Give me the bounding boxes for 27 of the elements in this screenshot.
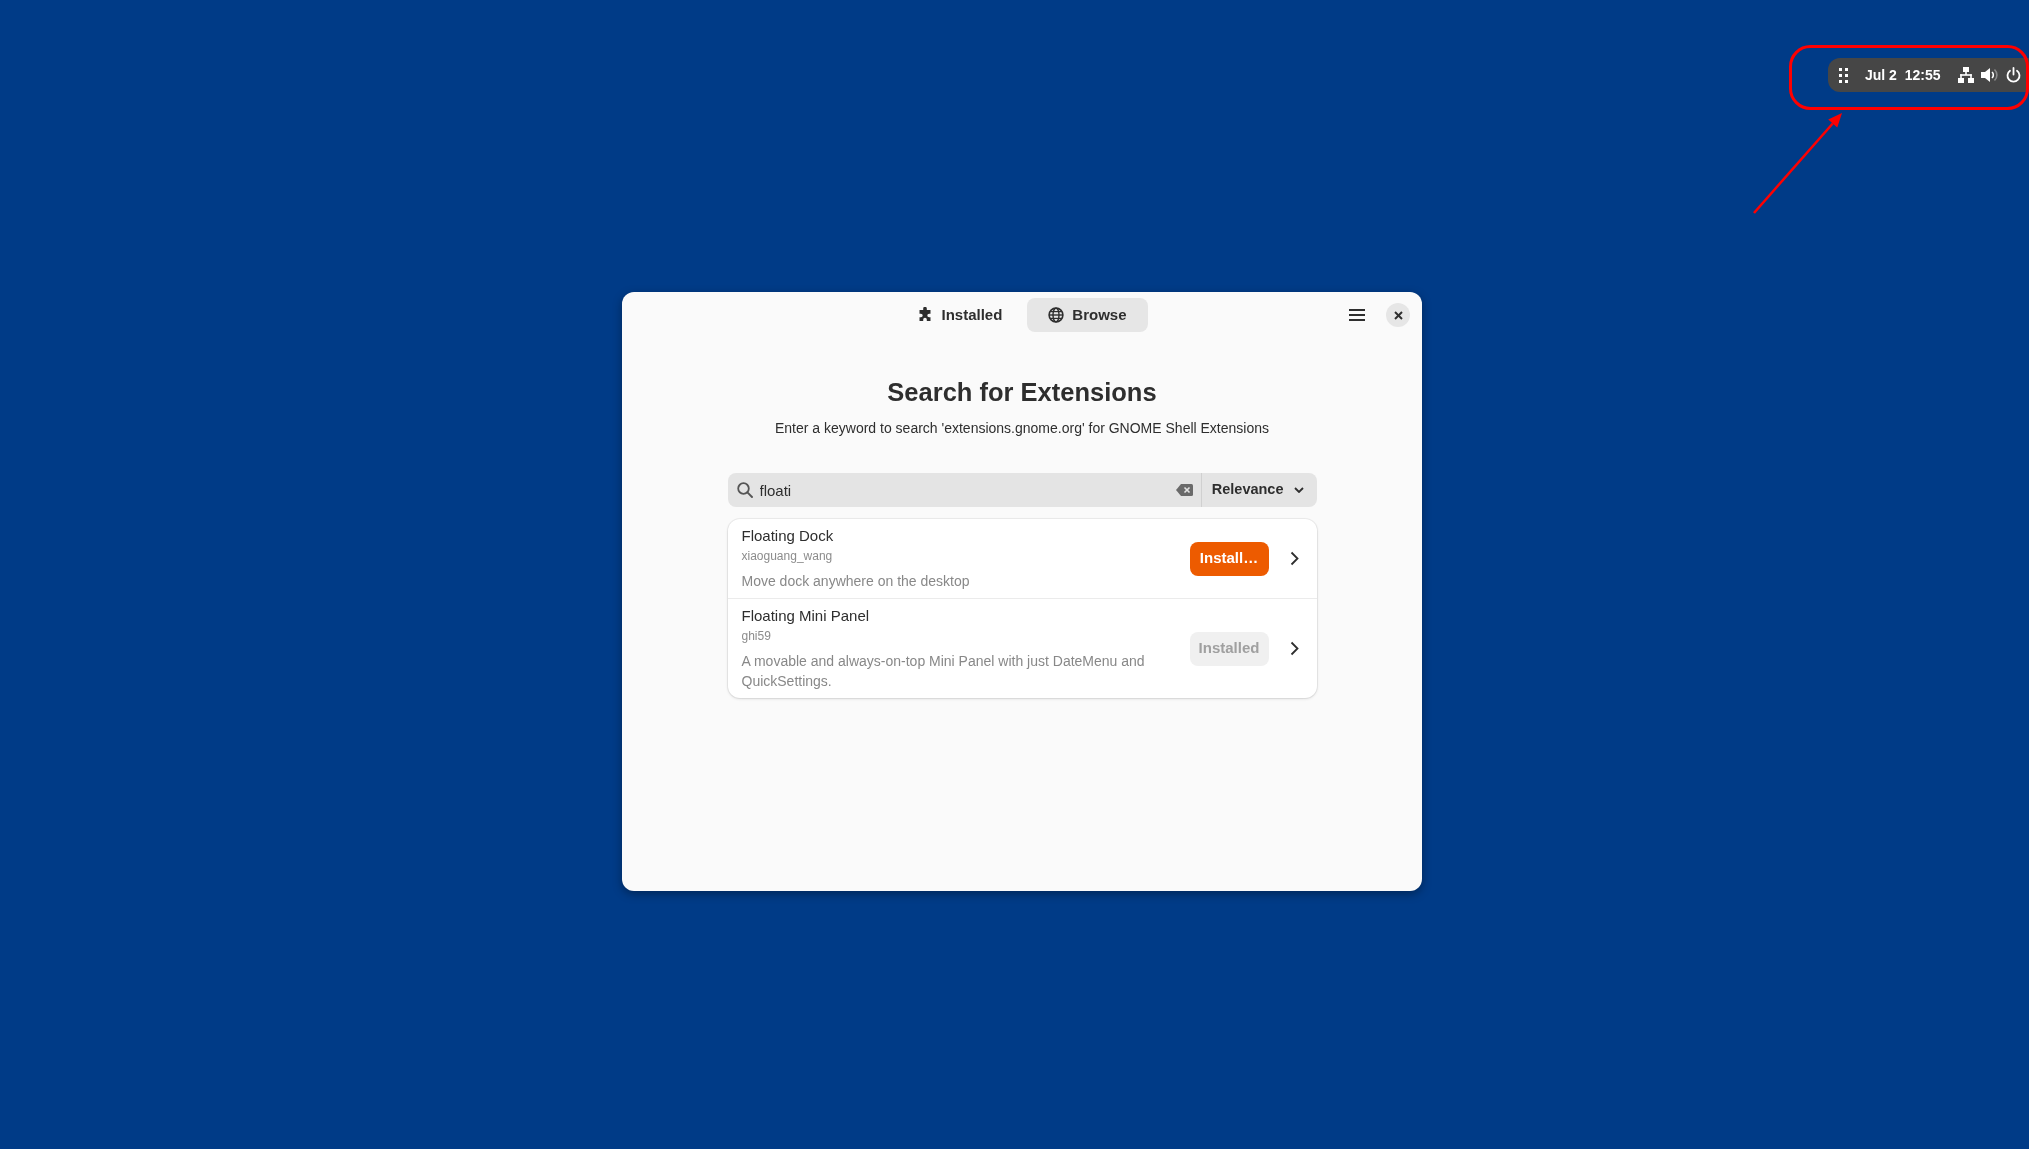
puzzle-icon xyxy=(917,307,934,323)
chevron-right-icon xyxy=(1289,641,1299,656)
extension-author: xiaoguang_wang xyxy=(741,548,834,564)
tab[interactable]: Installed xyxy=(896,298,1024,332)
menu-icon[interactable] xyxy=(1349,309,1365,321)
power-icon[interactable] xyxy=(2005,67,2021,83)
extension-name: Floating Dock xyxy=(741,526,835,546)
close-button[interactable] xyxy=(1386,303,1410,327)
speaker-icon[interactable] xyxy=(1980,67,1998,83)
clock[interactable]: Jul 2 12:55 xyxy=(1865,66,1941,84)
chevron-down-icon xyxy=(1293,487,1304,493)
extension-description: A movable and always-on-top Mini Panel with just DateMenu and QuickSettings. xyxy=(741,652,1146,691)
tab[interactable]: Browse xyxy=(1027,298,1148,332)
close-icon xyxy=(1393,310,1403,320)
globe-icon xyxy=(1048,307,1065,323)
extension-name: Floating Mini Panel xyxy=(741,606,871,626)
backspace-icon[interactable] xyxy=(1175,484,1193,496)
extension-author: ghi59 xyxy=(741,628,772,644)
page-description: Enter a keyword to search 'extensions.gnome.org' for GNOME Shell Extensions xyxy=(774,419,1270,438)
search-icon xyxy=(736,482,753,498)
page-heading: Search for Extensions xyxy=(886,377,1158,407)
dots-grid-icon[interactable] xyxy=(1839,67,1848,83)
network-icon[interactable] xyxy=(1957,67,1974,83)
sort-dropdown[interactable]: Relevance xyxy=(1200,473,1317,507)
extension-description: Move dock anywhere on the desktop xyxy=(741,572,971,591)
search-field[interactable]: floati xyxy=(727,473,1201,507)
chevron-right-icon xyxy=(1289,551,1299,566)
